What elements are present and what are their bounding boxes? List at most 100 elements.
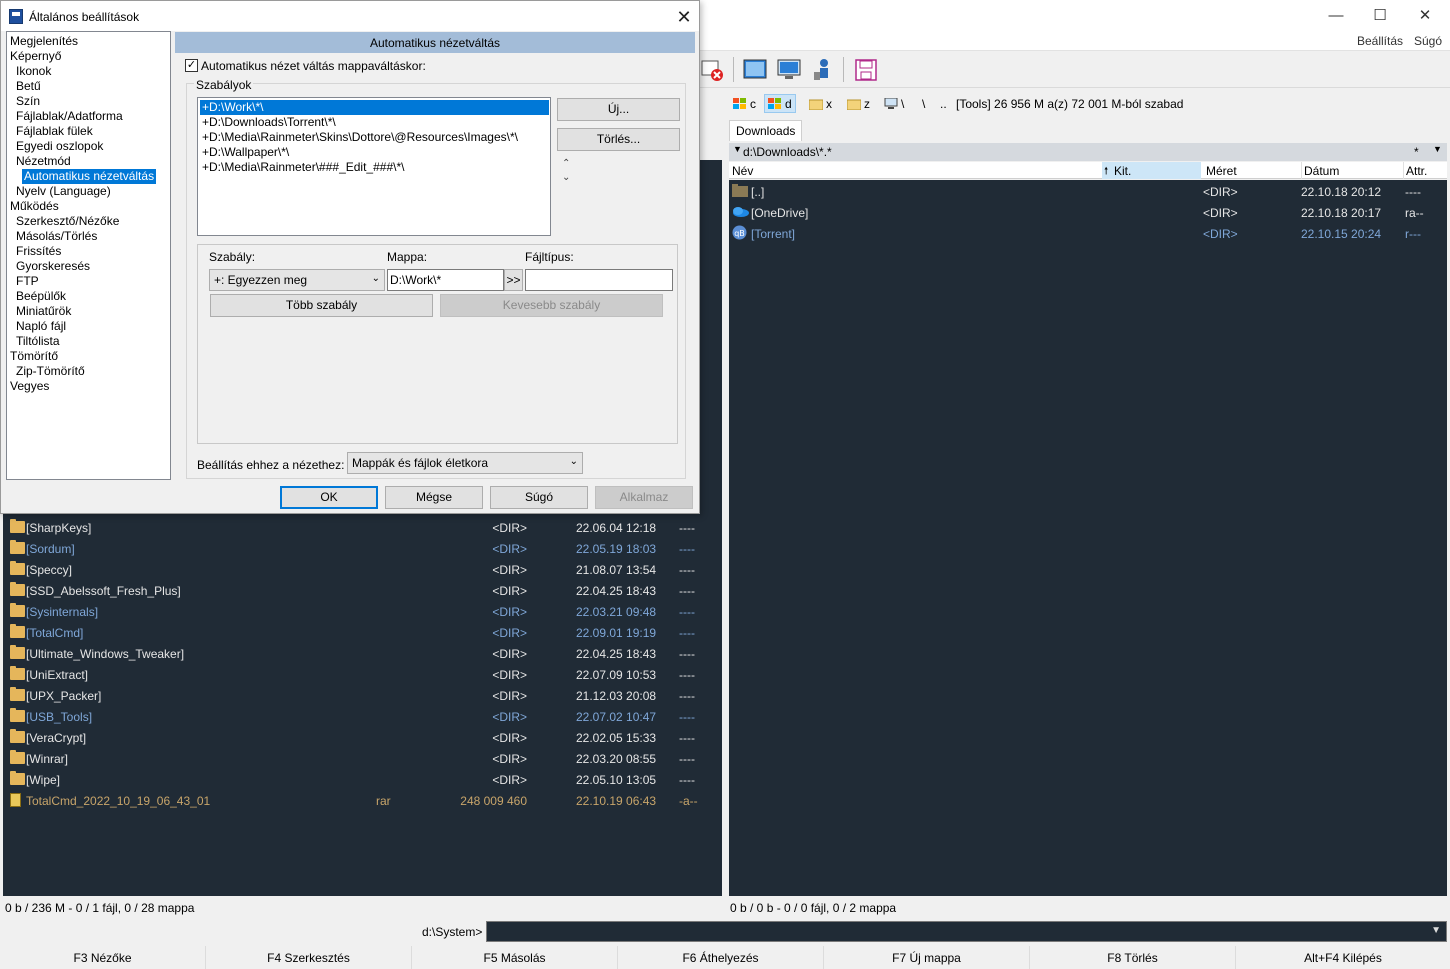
list-item[interactable]: [..] <DIR> 22.10.18 20:12 ---- — [729, 181, 1447, 202]
table-row[interactable]: [Ultimate_Windows_Tweaker] <DIR> 22.04.25 … — [3, 643, 722, 664]
ok-button[interactable]: OK — [280, 486, 378, 509]
view-setting-select[interactable]: Mappák és fájlok életkora ⌄ — [347, 452, 583, 474]
maximize-button[interactable]: ☐ — [1358, 4, 1402, 28]
table-row[interactable]: [Winrar] <DIR> 22.03.20 08:55 ---- — [3, 748, 722, 769]
close-icon[interactable]: ✕ — [669, 6, 699, 28]
table-row[interactable]: [UPX_Packer] <DIR> 21.12.03 20:08 ---- — [3, 685, 722, 706]
more-rules-button[interactable]: Több szabály — [210, 294, 433, 317]
right-file-panel[interactable]: [..] <DIR> 22.10.18 20:12 ---- [OneDrive… — [729, 180, 1447, 896]
delete-rule-button[interactable]: Törlés... — [557, 128, 680, 151]
table-row[interactable]: [USB_Tools] <DIR> 22.07.02 10:47 ---- — [3, 706, 722, 727]
move-down-icon[interactable]: ⌄ — [562, 172, 570, 183]
f7-new-folder-button[interactable]: F7 Új mappa — [824, 946, 1030, 969]
history-dropdown-icon[interactable]: ▼ — [733, 144, 742, 154]
f3-view-button[interactable]: F3 Nézőke — [0, 946, 206, 969]
tree-item[interactable]: Egyedi oszlopok — [16, 139, 103, 154]
tree-item[interactable]: Zip-Tömörítő — [16, 364, 85, 379]
filter-dropdown-icon[interactable]: ▼ — [1433, 144, 1442, 154]
tree-item[interactable]: Szín — [16, 94, 40, 109]
col-size[interactable]: Méret — [1206, 164, 1237, 178]
col-ext-sorted[interactable]: 🠕 Kit. — [1102, 162, 1201, 179]
drive-c-button[interactable]: c — [730, 94, 759, 113]
network-drive-button[interactable]: \ — [881, 94, 907, 113]
table-row[interactable]: [TotalCmd] <DIR> 22.09.01 19:19 ---- — [3, 622, 722, 643]
f4-edit-button[interactable]: F4 Szerkesztés — [206, 946, 412, 969]
tree-item[interactable]: Másolás/Törlés — [16, 229, 97, 244]
tree-item[interactable]: Nyelv (Language) — [16, 184, 111, 199]
view-panel-icon[interactable] — [741, 56, 768, 83]
right-path-bar[interactable]: ▼ d:\Downloads\*.* * ▼ — [729, 143, 1447, 161]
tree-item[interactable]: Tiltólista — [16, 334, 60, 349]
drive-x-button[interactable]: x — [806, 94, 835, 113]
col-name[interactable]: Név — [732, 164, 753, 178]
close-main-button[interactable]: ✕ — [1403, 4, 1447, 28]
auto-view-checkbox[interactable]: ✓ — [185, 59, 198, 72]
table-row[interactable]: [Sordum] <DIR> 22.05.19 18:03 ---- — [3, 538, 722, 559]
filter-button[interactable]: * — [1414, 145, 1419, 159]
filetype-input[interactable] — [525, 269, 673, 291]
col-attr[interactable]: Attr. — [1406, 164, 1427, 178]
minimize-button[interactable]: — — [1314, 4, 1358, 28]
table-row[interactable]: [SSD_Abelssoft_Fresh_Plus] <DIR> 22.04.25 … — [3, 580, 722, 601]
user-icon[interactable] — [808, 56, 835, 83]
settings-tree[interactable]: Megjelenítés Képernyő Ikonok Betű Szín Fájlab… — [6, 31, 171, 480]
tree-item[interactable]: Frissítés — [16, 244, 61, 259]
f5-copy-button[interactable]: F5 Másolás — [412, 946, 618, 969]
tree-item[interactable]: Gyorskeresés — [16, 259, 90, 274]
tree-item[interactable]: Nézetmód — [16, 154, 71, 169]
save-icon[interactable] — [852, 56, 879, 83]
f6-move-button[interactable]: F6 Áthelyezés — [618, 946, 824, 969]
rule-type-select[interactable]: +: Egyezzen meg ⌄ — [209, 269, 385, 291]
rule-list-item[interactable]: +D:\Work\*\ — [200, 100, 549, 115]
table-row[interactable]: TotalCmd_2022_10_19_06_43_01 rar 248 009 4… — [3, 790, 722, 811]
new-rule-button[interactable]: Új... — [557, 98, 680, 121]
tree-item[interactable]: Beépülők — [16, 289, 66, 304]
help-button[interactable]: Súgó — [490, 486, 588, 509]
browse-button[interactable]: >> — [504, 269, 523, 291]
disconnect-icon[interactable] — [698, 56, 725, 83]
apply-button[interactable]: Alkalmaz — [595, 486, 693, 509]
tree-item[interactable]: Szerkesztő/Nézőke — [16, 214, 119, 229]
rule-list-item[interactable]: +D:\Media\Rainmeter\###_Edit_###\*\ — [200, 160, 406, 175]
tree-item[interactable]: Betű — [16, 79, 41, 94]
command-line-input[interactable]: ▼ — [486, 921, 1447, 942]
rules-listbox[interactable]: +D:\Work\*\ +D:\Downloads\Torrent\*\ +D:\M… — [197, 97, 551, 236]
tree-item[interactable]: Miniatűrök — [16, 304, 71, 319]
monitor-icon[interactable] — [775, 56, 802, 83]
folder-input[interactable]: D:\Work\* — [387, 269, 504, 291]
tab-downloads[interactable]: Downloads — [729, 120, 803, 141]
parent-nav-button[interactable]: .. — [937, 94, 950, 113]
cancel-button[interactable]: Mégse — [385, 486, 483, 509]
table-row[interactable]: [VeraCrypt] <DIR> 22.02.05 15:33 ---- — [3, 727, 722, 748]
tree-item[interactable]: Tömörítő — [10, 349, 58, 364]
list-item[interactable]: qB [Torrent] <DIR> 22.10.15 20:24 r--- — [729, 223, 1447, 244]
exit-button[interactable]: Alt+F4 Kilépés — [1236, 946, 1450, 969]
menu-help[interactable]: Súgó — [1414, 34, 1442, 48]
chevron-down-icon[interactable]: ▼ — [1431, 925, 1441, 936]
list-item[interactable]: [OneDrive] <DIR> 22.10.18 20:17 ra-- — [729, 202, 1447, 223]
rule-list-item[interactable]: +D:\Downloads\Torrent\*\ — [200, 115, 338, 130]
table-row[interactable]: [UniExtract] <DIR> 22.07.09 10:53 ---- — [3, 664, 722, 685]
move-up-icon[interactable]: ⌃ — [562, 158, 570, 169]
tree-item[interactable]: Megjelenítés — [10, 34, 78, 49]
drive-z-button[interactable]: z — [844, 94, 873, 113]
drive-d-button[interactable]: d — [764, 94, 796, 113]
table-row[interactable]: [Wipe] <DIR> 22.05.10 13:05 ---- — [3, 769, 722, 790]
tree-item[interactable]: Működés — [10, 199, 59, 214]
f8-delete-button[interactable]: F8 Törlés — [1030, 946, 1236, 969]
menu-settings[interactable]: Beállítás — [1357, 34, 1403, 48]
fewer-rules-button[interactable]: Kevesebb szabály — [440, 294, 663, 317]
root-nav-button[interactable]: \ — [919, 94, 928, 113]
tree-item[interactable]: Vegyes — [10, 379, 49, 394]
tree-item[interactable]: Fájlablak/Adatforma — [16, 109, 123, 124]
tree-item[interactable]: Napló fájl — [16, 319, 66, 334]
tree-item[interactable]: Automatikus nézetváltás — [22, 169, 157, 184]
rule-list-item[interactable]: +D:\Media\Rainmeter\Skins\Dottore\@Resou… — [200, 130, 520, 145]
tree-item[interactable]: Fájlablak fülek — [16, 124, 93, 139]
table-row[interactable]: [SharpKeys] <DIR> 22.06.04 12:18 ---- — [3, 517, 722, 538]
col-date[interactable]: Dátum — [1304, 164, 1339, 178]
table-row[interactable]: [Speccy] <DIR> 21.08.07 13:54 ---- — [3, 559, 722, 580]
rule-list-item[interactable]: +D:\Wallpaper\*\ — [200, 145, 291, 160]
table-row[interactable]: [Sysinternals] <DIR> 22.03.21 09:48 ---- — [3, 601, 722, 622]
tree-item[interactable]: Képernyő — [10, 49, 61, 64]
